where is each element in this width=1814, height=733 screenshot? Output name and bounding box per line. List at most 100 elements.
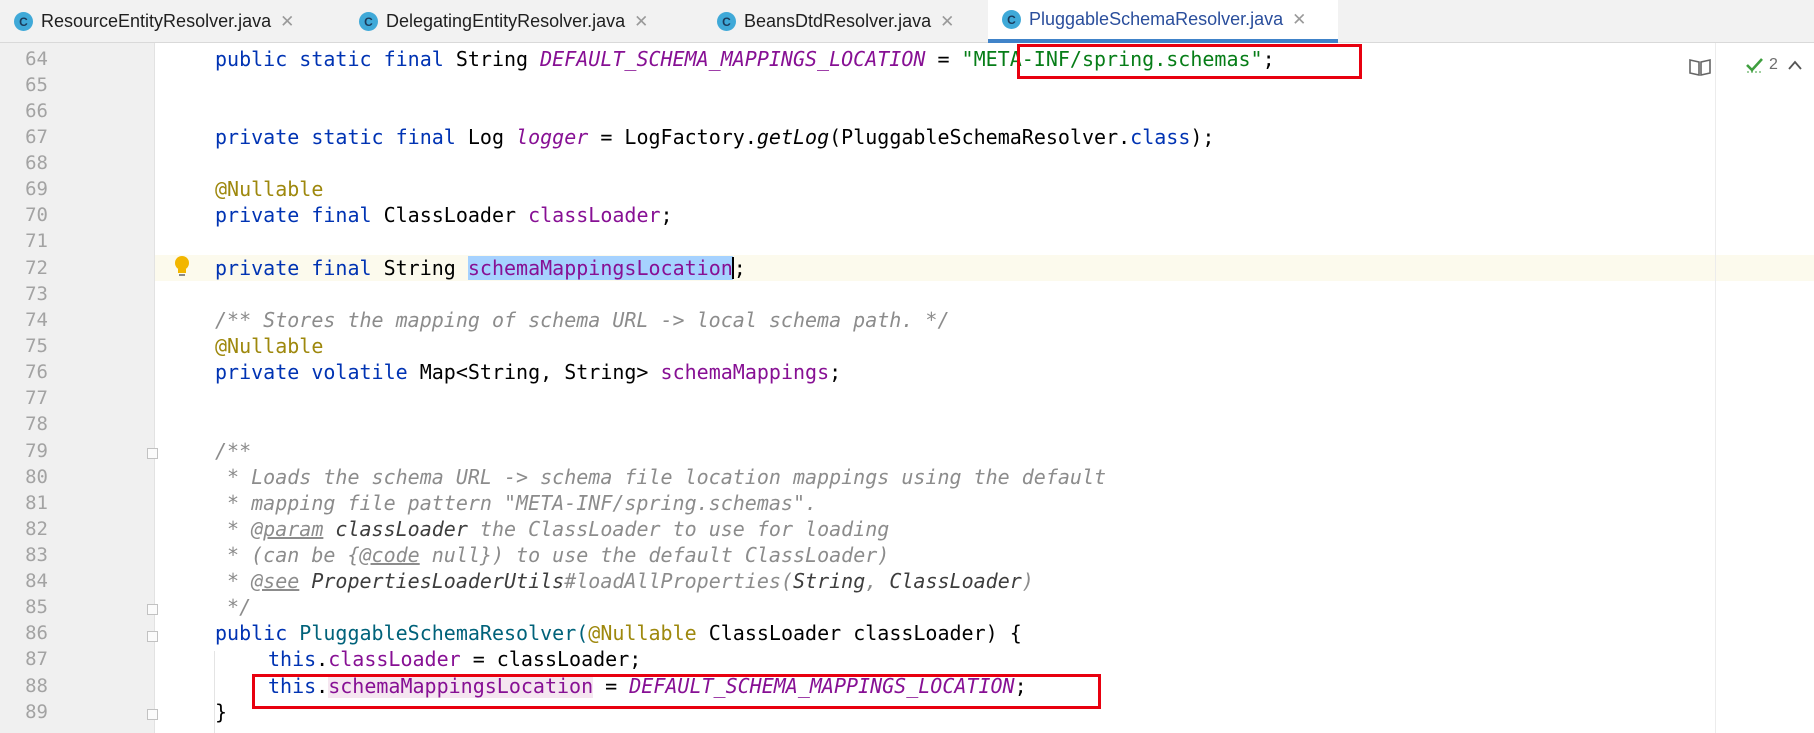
editor-tab-bar: C ResourceEntityResolver.java ✕ C Delega… <box>0 0 1814 43</box>
doc-param-name: classLoader <box>323 517 468 541</box>
type: String <box>371 256 468 280</box>
code-line-82: * @param classLoader the ClassLoader to … <box>215 516 889 542</box>
tab-label: DelegatingEntityResolver.java <box>386 11 626 31</box>
dot: . <box>316 647 329 671</box>
semicolon: ; <box>829 360 842 384</box>
tab-pluggable-schema-resolver[interactable]: C PluggableSchemaResolver.java ✕ <box>988 0 1338 43</box>
annotation: @Nullable <box>588 621 697 645</box>
keyword: private volatile <box>215 360 408 384</box>
doc-comment: the ClassLoader to use for loading <box>467 517 890 541</box>
assignment: = classLoader; <box>460 647 642 671</box>
doc-comment: * <box>215 517 252 541</box>
line-number: 84 <box>25 570 48 592</box>
close-icon[interactable]: ✕ <box>1292 11 1306 28</box>
tab-delegating-entity-resolver[interactable]: C DelegatingEntityResolver.java ✕ <box>345 0 695 43</box>
line-number: 80 <box>25 466 48 488</box>
line-number: 72 <box>25 257 48 279</box>
class-icon: C <box>359 12 378 31</box>
keyword: private final <box>215 203 372 227</box>
tab-label: ResourceEntityResolver.java <box>41 11 272 31</box>
semicolon: ); <box>1190 125 1215 149</box>
constant-name: DEFAULT_SCHEMA_MAPPINGS_LOCATION <box>540 47 926 71</box>
line-number: 68 <box>25 152 48 174</box>
line-number: 70 <box>25 204 48 226</box>
code-line-70: private final ClassLoader classLoader; <box>215 202 673 228</box>
line-number: 85 <box>25 596 48 618</box>
doc-comment: , <box>865 569 890 593</box>
code-line-86: public PluggableSchemaResolver(@Nullable… <box>215 620 1022 646</box>
tab-resource-entity-resolver[interactable]: C ResourceEntityResolver.java ✕ <box>0 0 302 43</box>
doc-comment: * mapping file pattern "META-INF/spring.… <box>215 491 818 515</box>
inspection-widget[interactable]: 2 <box>1745 56 1802 74</box>
class-icon: C <box>1002 10 1021 29</box>
tab-label: PluggableSchemaResolver.java <box>1029 9 1284 29</box>
annotation: @Nullable <box>215 334 324 358</box>
doc-tag: @see <box>251 569 300 593</box>
doc-reference[interactable]: ClassLoader <box>889 569 1021 593</box>
reader-mode-icon[interactable] <box>1689 58 1711 76</box>
keyword: private static final <box>215 125 456 149</box>
tab-label: BeansDtdResolver.java <box>744 11 932 31</box>
line-number: 71 <box>25 230 48 252</box>
close-icon[interactable]: ✕ <box>634 13 648 30</box>
line-number: 89 <box>25 701 48 723</box>
type: Log <box>455 125 517 149</box>
method-call: getLog <box>756 125 830 149</box>
code-line-85: */ <box>215 594 251 620</box>
line-number: 83 <box>25 544 48 566</box>
line-number: 76 <box>25 361 48 383</box>
line-number: 86 <box>25 622 48 644</box>
line-number: 82 <box>25 518 48 540</box>
line-number: 66 <box>25 100 48 122</box>
parameters: ClassLoader classLoader) { <box>696 621 1022 645</box>
doc-comment: * (can be { <box>215 543 360 567</box>
operator: = <box>925 47 962 71</box>
code-line-84: * @see PropertiesLoaderUtils#loadAllProp… <box>215 568 1034 594</box>
selected-field-name[interactable]: schemaMappingsLocation <box>467 256 733 280</box>
doc-reference[interactable]: String <box>793 569 865 593</box>
doc-tag: @param <box>251 517 324 541</box>
line-number: 74 <box>25 309 48 331</box>
type: Map<String, String> <box>407 360 661 384</box>
annotation: @Nullable <box>215 177 324 201</box>
doc-reference[interactable]: PropertiesLoaderUtils <box>299 569 564 593</box>
keyword: public <box>215 621 288 645</box>
line-number: 88 <box>25 675 48 697</box>
doc-comment: */ <box>215 595 252 619</box>
code-line-83: * (can be {@code null}) to use the defau… <box>215 542 889 568</box>
inspection-count: 2 <box>1769 56 1778 73</box>
line-number: 69 <box>25 178 48 200</box>
close-icon[interactable]: ✕ <box>940 13 954 30</box>
expression: = LogFactory. <box>588 125 757 149</box>
code-editor[interactable]: public static final String DEFAULT_SCHEM… <box>155 43 1715 733</box>
doc-comment: * <box>215 569 252 593</box>
line-number: 87 <box>25 648 48 670</box>
line-number-gutter[interactable]: 64 65 66 67 68 69 70 71 72 73 74 75 76 7… <box>0 43 155 733</box>
type: ClassLoader <box>371 203 529 227</box>
highlight-box-string-literal <box>1017 44 1362 79</box>
line-number: 67 <box>25 126 48 148</box>
type: String <box>443 47 541 71</box>
chevron-up-icon[interactable] <box>1788 60 1802 70</box>
line-number: 78 <box>25 413 48 435</box>
code-line-74: /** Stores the mapping of schema URL -> … <box>215 307 950 333</box>
close-icon[interactable]: ✕ <box>280 13 294 30</box>
field-name: schemaMappings <box>660 360 830 384</box>
code-line-75: @Nullable <box>215 333 323 359</box>
code-line-80: * Loads the schema URL -> schema file lo… <box>215 464 1106 490</box>
line-number: 73 <box>25 283 48 305</box>
closing-brace: } <box>215 700 228 724</box>
editor-right-panel <box>1715 43 1814 733</box>
field-name: classLoader <box>328 647 461 671</box>
tab-beans-dtd-resolver[interactable]: C BeansDtdResolver.java ✕ <box>703 0 986 43</box>
class-icon: C <box>717 12 736 31</box>
code-line-81: * mapping file pattern "META-INF/spring.… <box>215 490 817 516</box>
check-icon <box>1746 58 1763 73</box>
code-line-67: private static final Log logger = LogFac… <box>215 124 1214 150</box>
constructor-name: PluggableSchemaResolver( <box>287 621 589 645</box>
keyword: class <box>1130 125 1191 149</box>
keyword: this <box>268 647 317 671</box>
line-number: 64 <box>25 48 48 70</box>
semicolon: ; <box>660 203 673 227</box>
line-number: 75 <box>25 335 48 357</box>
